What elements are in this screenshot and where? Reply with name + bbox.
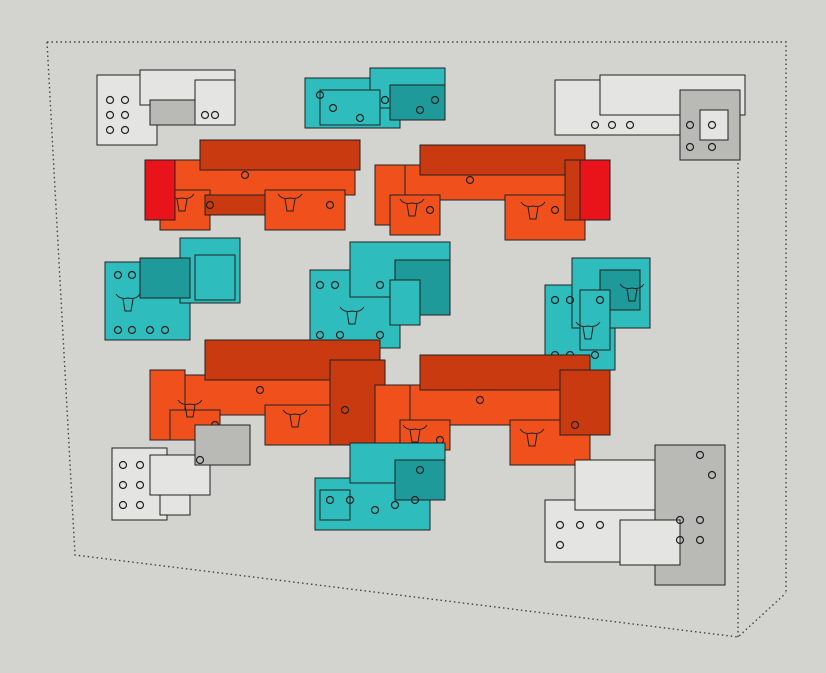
cyan-block-mid-left-face — [194, 254, 236, 301]
cyan-block-mid-right[interactable] — [544, 257, 651, 371]
grey-bracket-bottom-left-face — [159, 494, 191, 516]
3d-model-viewport[interactable] — [0, 0, 826, 673]
red-block — [579, 159, 611, 221]
grey-bracket-top-right-face — [699, 109, 729, 141]
cyan-block-mid-left-face — [139, 257, 191, 299]
orange-frame-top-right-face — [419, 144, 586, 176]
grey-bracket-top-left[interactable] — [96, 69, 236, 146]
grey-bracket-bottom-right[interactable] — [544, 444, 726, 586]
orange-frame-bottom-right-face — [559, 369, 611, 436]
cyan-block-mid-center[interactable] — [309, 241, 451, 349]
orange-frame-top-left-face — [264, 189, 346, 231]
orange-frame-top-right[interactable] — [374, 144, 611, 241]
orange-frame-top-left-face — [199, 139, 361, 171]
red-block — [144, 159, 176, 221]
orange-frame-top-left[interactable] — [144, 139, 361, 231]
grey-bracket-bottom-right-face — [619, 519, 681, 566]
cyan-block-mid-right-face — [579, 289, 611, 351]
cyan-carriage-bottom[interactable] — [314, 442, 446, 531]
cyan-carriage-bottom-face — [319, 489, 351, 521]
cyan-block-mid-center-face — [389, 279, 421, 326]
orange-frame-bottom-left[interactable] — [149, 339, 386, 446]
cyan-carriage-top[interactable] — [304, 67, 446, 129]
cyan-block-mid-left[interactable] — [104, 237, 241, 341]
